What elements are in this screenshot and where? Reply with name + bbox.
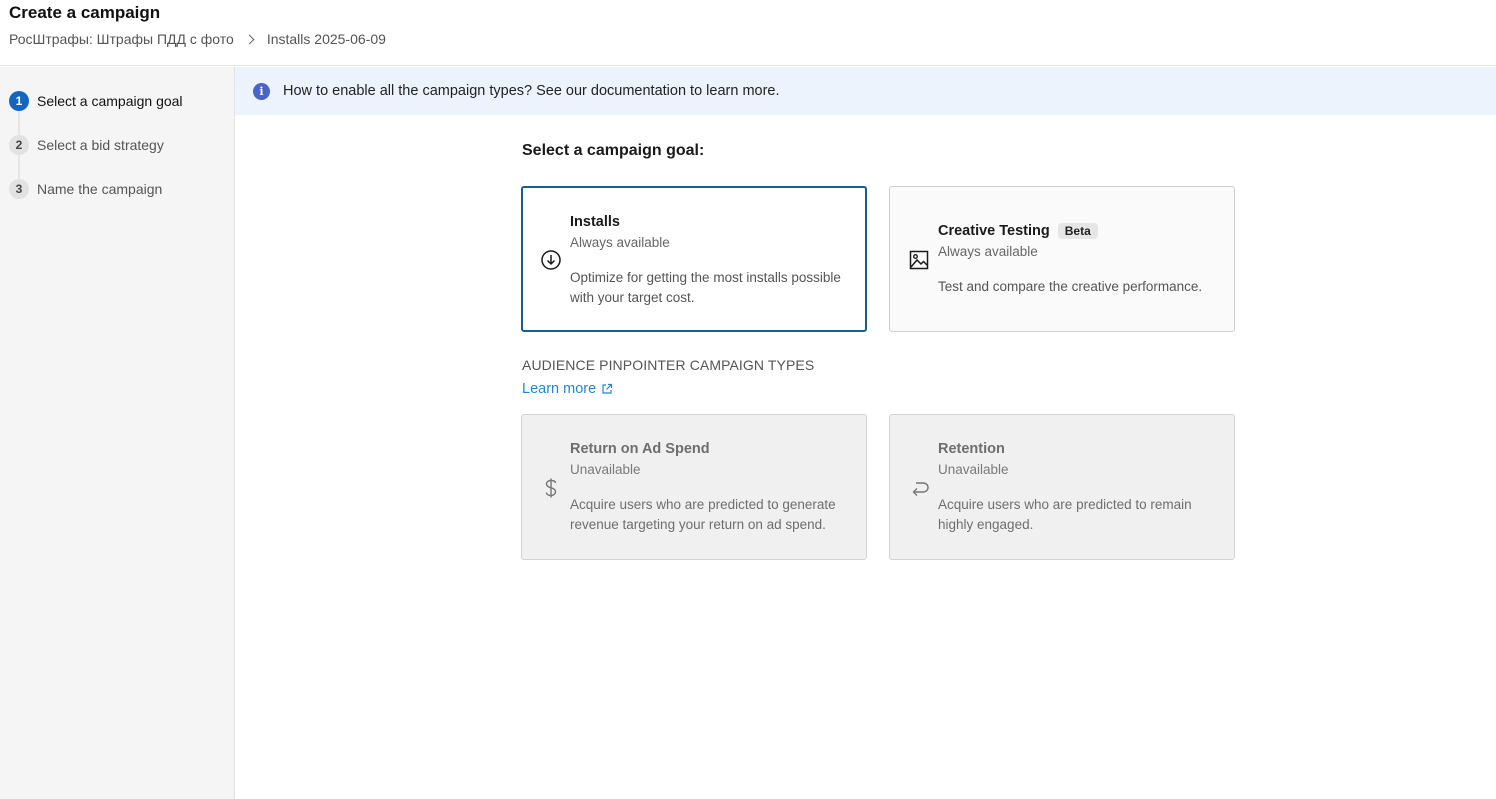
card-title: Installs (570, 214, 620, 230)
section-title: Select a campaign goal: (522, 142, 705, 159)
breadcrumb: РосШтрафы: Штрафы ПДД с фото Installs 20… (9, 31, 386, 47)
step-connector (18, 111, 20, 135)
goal-card-retention: Retention Unavailable Acquire users who … (889, 414, 1235, 560)
step-connector (18, 155, 20, 179)
image-icon (909, 250, 929, 270)
steps-sidebar: 1 Select a campaign goal 2 Select a bid … (0, 67, 235, 799)
download-circle-icon (541, 250, 561, 270)
card-title: Return on Ad Spend (570, 441, 710, 457)
breadcrumb-campaign: Installs 2025-06-09 (266, 31, 386, 47)
card-status: Always available (938, 244, 1038, 259)
step-bid-strategy[interactable]: 2 Select a bid strategy (9, 135, 164, 155)
beta-badge: Beta (1057, 223, 1098, 239)
card-title: Retention (938, 441, 1005, 457)
info-banner: i How to enable all the campaign types? … (235, 67, 1496, 115)
card-title: Creative Testing Beta (938, 223, 1098, 239)
step-select-goal[interactable]: 1 Select a campaign goal (9, 91, 183, 111)
page-header: Create a campaign РосШтрафы: Штрафы ПДД … (0, 0, 1496, 66)
card-description: Test and compare the creative performanc… (938, 279, 1203, 294)
chevron-right-icon (244, 34, 255, 44)
card-description: Acquire users who are predicted to remai… (938, 497, 1192, 532)
card-status: Always available (570, 235, 670, 250)
page-title: Create a campaign (9, 3, 161, 22)
card-description: Optimize for getting the most installs p… (570, 270, 841, 305)
goal-card-roas: Return on Ad Spend Unavailable Acquire u… (521, 414, 867, 560)
goal-card-installs[interactable]: Installs Always available Optimize for g… (521, 186, 867, 332)
card-status: Unavailable (938, 462, 1009, 477)
return-arrow-icon (912, 482, 929, 496)
learn-more-label: Learn more (522, 381, 597, 397)
goal-card-creative-testing[interactable]: Creative Testing Beta Always available T… (889, 186, 1235, 332)
info-banner-text[interactable]: How to enable all the campaign types? Se… (283, 83, 780, 99)
learn-more-link[interactable]: Learn more (522, 381, 613, 397)
card-status: Unavailable (570, 462, 641, 477)
card-description: Acquire users who are predicted to gener… (570, 497, 836, 532)
card-title-text: Creative Testing (938, 223, 1050, 239)
step-number: 2 (9, 135, 29, 155)
step-label: Name the campaign (37, 181, 163, 197)
step-label: Select a campaign goal (37, 93, 183, 109)
audience-pinpointer-heading: AUDIENCE PINPOINTER CAMPAIGN TYPES (522, 357, 815, 373)
step-label: Select a bid strategy (37, 137, 164, 153)
step-name-campaign[interactable]: 3 Name the campaign (9, 179, 162, 199)
step-number: 3 (9, 179, 29, 199)
dollar-icon (545, 478, 557, 498)
info-icon: i (253, 82, 270, 100)
breadcrumb-app[interactable]: РосШтрафы: Штрафы ПДД с фото (9, 31, 234, 47)
step-number: 1 (9, 91, 29, 111)
external-link-icon (602, 383, 613, 394)
